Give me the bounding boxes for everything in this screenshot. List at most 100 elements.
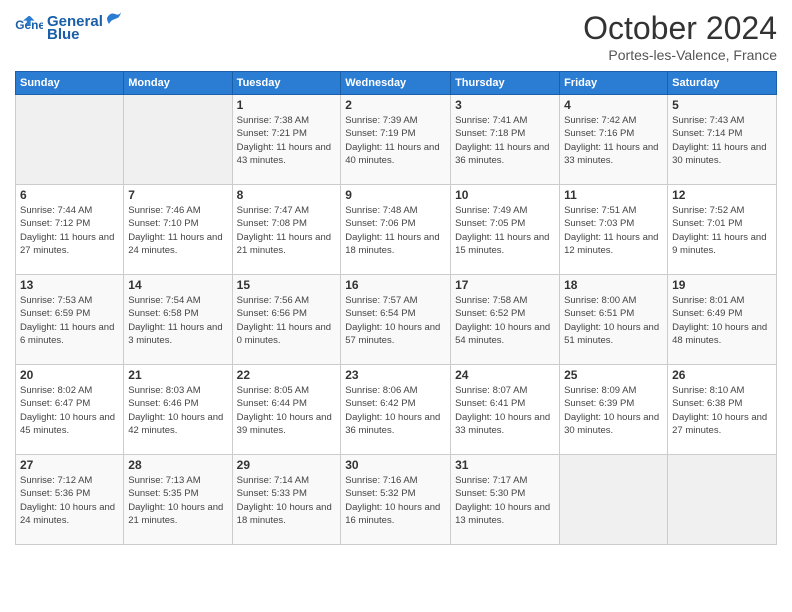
header-tuesday: Tuesday (232, 72, 341, 95)
calendar-week-row: 1 Sunrise: 7:38 AM Sunset: 7:21 PM Dayli… (16, 95, 777, 185)
header-sunday: Sunday (16, 72, 124, 95)
day-number: 16 (345, 278, 446, 292)
calendar-cell: 9 Sunrise: 7:48 AM Sunset: 7:06 PM Dayli… (341, 185, 451, 275)
calendar-cell: 16 Sunrise: 7:57 AM Sunset: 6:54 PM Dayl… (341, 275, 451, 365)
day-number: 3 (455, 98, 555, 112)
calendar-cell (668, 455, 777, 545)
day-info: Sunrise: 7:14 AM Sunset: 5:33 PM Dayligh… (237, 474, 337, 527)
day-number: 30 (345, 458, 446, 472)
day-number: 1 (237, 98, 337, 112)
calendar-cell: 13 Sunrise: 7:53 AM Sunset: 6:59 PM Dayl… (16, 275, 124, 365)
location: Portes-les-Valence, France (583, 47, 777, 63)
calendar-cell: 15 Sunrise: 7:56 AM Sunset: 6:56 PM Dayl… (232, 275, 341, 365)
day-info: Sunrise: 8:03 AM Sunset: 6:46 PM Dayligh… (128, 384, 227, 437)
day-info: Sunrise: 7:46 AM Sunset: 7:10 PM Dayligh… (128, 204, 227, 257)
title-area: October 2024 Portes-les-Valence, France (583, 10, 777, 63)
calendar-cell: 11 Sunrise: 7:51 AM Sunset: 7:03 PM Dayl… (560, 185, 668, 275)
logo-bird-icon (105, 10, 123, 26)
calendar-cell: 18 Sunrise: 8:00 AM Sunset: 6:51 PM Dayl… (560, 275, 668, 365)
day-info: Sunrise: 7:17 AM Sunset: 5:30 PM Dayligh… (455, 474, 555, 527)
day-number: 5 (672, 98, 772, 112)
calendar-cell: 4 Sunrise: 7:42 AM Sunset: 7:16 PM Dayli… (560, 95, 668, 185)
day-info: Sunrise: 7:58 AM Sunset: 6:52 PM Dayligh… (455, 294, 555, 347)
calendar-cell: 26 Sunrise: 8:10 AM Sunset: 6:38 PM Dayl… (668, 365, 777, 455)
day-number: 25 (564, 368, 663, 382)
day-number: 31 (455, 458, 555, 472)
calendar-cell: 30 Sunrise: 7:16 AM Sunset: 5:32 PM Dayl… (341, 455, 451, 545)
day-number: 15 (237, 278, 337, 292)
calendar-cell: 17 Sunrise: 7:58 AM Sunset: 6:52 PM Dayl… (451, 275, 560, 365)
calendar-cell: 28 Sunrise: 7:13 AM Sunset: 5:35 PM Dayl… (124, 455, 232, 545)
month-title: October 2024 (583, 10, 777, 47)
day-info: Sunrise: 7:44 AM Sunset: 7:12 PM Dayligh… (20, 204, 119, 257)
calendar-cell: 27 Sunrise: 7:12 AM Sunset: 5:36 PM Dayl… (16, 455, 124, 545)
day-number: 4 (564, 98, 663, 112)
calendar-week-row: 27 Sunrise: 7:12 AM Sunset: 5:36 PM Dayl… (16, 455, 777, 545)
header-thursday: Thursday (451, 72, 560, 95)
calendar-cell: 3 Sunrise: 7:41 AM Sunset: 7:18 PM Dayli… (451, 95, 560, 185)
calendar-cell: 21 Sunrise: 8:03 AM Sunset: 6:46 PM Dayl… (124, 365, 232, 455)
day-number: 8 (237, 188, 337, 202)
calendar-cell: 29 Sunrise: 7:14 AM Sunset: 5:33 PM Dayl… (232, 455, 341, 545)
day-info: Sunrise: 8:01 AM Sunset: 6:49 PM Dayligh… (672, 294, 772, 347)
calendar-week-row: 20 Sunrise: 8:02 AM Sunset: 6:47 PM Dayl… (16, 365, 777, 455)
day-number: 13 (20, 278, 119, 292)
calendar-cell (560, 455, 668, 545)
day-number: 29 (237, 458, 337, 472)
day-info: Sunrise: 7:47 AM Sunset: 7:08 PM Dayligh… (237, 204, 337, 257)
calendar-cell: 22 Sunrise: 8:05 AM Sunset: 6:44 PM Dayl… (232, 365, 341, 455)
day-info: Sunrise: 7:48 AM Sunset: 7:06 PM Dayligh… (345, 204, 446, 257)
day-info: Sunrise: 8:07 AM Sunset: 6:41 PM Dayligh… (455, 384, 555, 437)
calendar-cell (16, 95, 124, 185)
day-info: Sunrise: 8:00 AM Sunset: 6:51 PM Dayligh… (564, 294, 663, 347)
day-number: 26 (672, 368, 772, 382)
day-info: Sunrise: 7:43 AM Sunset: 7:14 PM Dayligh… (672, 114, 772, 167)
day-info: Sunrise: 7:57 AM Sunset: 6:54 PM Dayligh… (345, 294, 446, 347)
day-number: 18 (564, 278, 663, 292)
calendar-cell: 23 Sunrise: 8:06 AM Sunset: 6:42 PM Dayl… (341, 365, 451, 455)
day-info: Sunrise: 7:12 AM Sunset: 5:36 PM Dayligh… (20, 474, 119, 527)
calendar-cell: 2 Sunrise: 7:39 AM Sunset: 7:19 PM Dayli… (341, 95, 451, 185)
calendar-cell: 1 Sunrise: 7:38 AM Sunset: 7:21 PM Dayli… (232, 95, 341, 185)
header-wednesday: Wednesday (341, 72, 451, 95)
day-info: Sunrise: 7:52 AM Sunset: 7:01 PM Dayligh… (672, 204, 772, 257)
day-number: 12 (672, 188, 772, 202)
day-number: 11 (564, 188, 663, 202)
day-number: 22 (237, 368, 337, 382)
day-number: 21 (128, 368, 227, 382)
day-info: Sunrise: 8:10 AM Sunset: 6:38 PM Dayligh… (672, 384, 772, 437)
day-info: Sunrise: 7:53 AM Sunset: 6:59 PM Dayligh… (20, 294, 119, 347)
day-info: Sunrise: 7:49 AM Sunset: 7:05 PM Dayligh… (455, 204, 555, 257)
day-info: Sunrise: 8:09 AM Sunset: 6:39 PM Dayligh… (564, 384, 663, 437)
calendar-cell: 24 Sunrise: 8:07 AM Sunset: 6:41 PM Dayl… (451, 365, 560, 455)
day-number: 20 (20, 368, 119, 382)
day-info: Sunrise: 8:06 AM Sunset: 6:42 PM Dayligh… (345, 384, 446, 437)
calendar-cell: 8 Sunrise: 7:47 AM Sunset: 7:08 PM Dayli… (232, 185, 341, 275)
calendar-cell: 31 Sunrise: 7:17 AM Sunset: 5:30 PM Dayl… (451, 455, 560, 545)
day-number: 28 (128, 458, 227, 472)
calendar-cell: 6 Sunrise: 7:44 AM Sunset: 7:12 PM Dayli… (16, 185, 124, 275)
day-number: 9 (345, 188, 446, 202)
calendar-cell: 14 Sunrise: 7:54 AM Sunset: 6:58 PM Dayl… (124, 275, 232, 365)
calendar-cell: 10 Sunrise: 7:49 AM Sunset: 7:05 PM Dayl… (451, 185, 560, 275)
calendar-cell: 7 Sunrise: 7:46 AM Sunset: 7:10 PM Dayli… (124, 185, 232, 275)
day-number: 6 (20, 188, 119, 202)
day-number: 17 (455, 278, 555, 292)
day-number: 27 (20, 458, 119, 472)
day-info: Sunrise: 7:54 AM Sunset: 6:58 PM Dayligh… (128, 294, 227, 347)
calendar-cell: 19 Sunrise: 8:01 AM Sunset: 6:49 PM Dayl… (668, 275, 777, 365)
header: General General Blue October 2024 Portes… (15, 10, 777, 63)
calendar-week-row: 13 Sunrise: 7:53 AM Sunset: 6:59 PM Dayl… (16, 275, 777, 365)
logo-icon: General (15, 16, 43, 38)
day-info: Sunrise: 8:02 AM Sunset: 6:47 PM Dayligh… (20, 384, 119, 437)
day-number: 7 (128, 188, 227, 202)
day-info: Sunrise: 7:38 AM Sunset: 7:21 PM Dayligh… (237, 114, 337, 167)
calendar-cell: 25 Sunrise: 8:09 AM Sunset: 6:39 PM Dayl… (560, 365, 668, 455)
header-friday: Friday (560, 72, 668, 95)
day-number: 23 (345, 368, 446, 382)
calendar-cell: 12 Sunrise: 7:52 AM Sunset: 7:01 PM Dayl… (668, 185, 777, 275)
day-number: 19 (672, 278, 772, 292)
day-info: Sunrise: 7:56 AM Sunset: 6:56 PM Dayligh… (237, 294, 337, 347)
calendar-week-row: 6 Sunrise: 7:44 AM Sunset: 7:12 PM Dayli… (16, 185, 777, 275)
day-number: 2 (345, 98, 446, 112)
